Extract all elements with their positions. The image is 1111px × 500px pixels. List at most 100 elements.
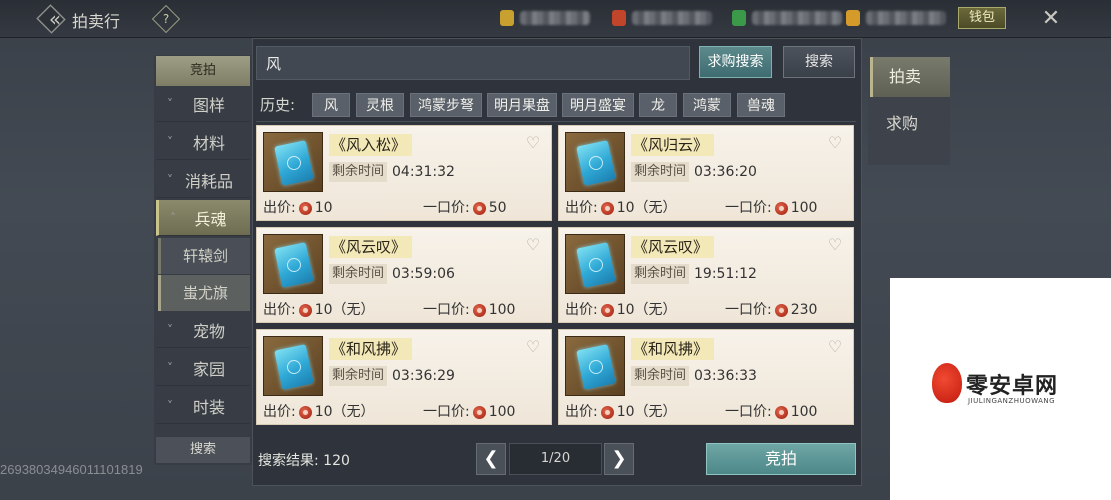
heart-icon[interactable]: ♡ <box>523 134 543 152</box>
bid-value: 10（无） <box>616 302 677 318</box>
item-thumbnail <box>565 336 625 396</box>
history-chip[interactable]: 龙 <box>639 93 677 117</box>
chevron-down-icon: ˅ <box>167 96 173 111</box>
bid-price: 出价: 10（无） <box>565 198 677 218</box>
bid-label: 出价: <box>565 302 598 318</box>
want-search-button[interactable]: 求购搜索 <box>699 46 772 78</box>
chevron-down-icon: ˅ <box>167 398 173 413</box>
page-title: 拍卖行 <box>72 12 121 31</box>
item-thumbnail <box>263 234 323 294</box>
item-thumbnail <box>565 234 625 294</box>
gold-coin-icon <box>846 10 860 26</box>
item-card[interactable]: 《风云叹》 ♡ 剩余时间 03:59:06 出价: 10（无） 一口价: 100 <box>256 227 552 323</box>
tab-auction[interactable]: 竞拍 <box>156 56 250 86</box>
coin-icon <box>774 405 788 419</box>
buyout-value: 100 <box>790 200 818 216</box>
chevron-right-icon[interactable]: ❯ <box>604 443 634 475</box>
coin-icon <box>472 405 486 419</box>
buyout-price: 一口价: 230 <box>725 300 817 320</box>
buyout-price: 一口价: 50 <box>423 198 507 218</box>
question-icon[interactable]: ? <box>156 9 176 29</box>
buyout-value: 50 <box>488 200 507 216</box>
remaining-time-label: 剩余时间 <box>631 264 690 284</box>
buyout-value: 100 <box>488 404 516 420</box>
bid-label: 出价: <box>565 404 598 420</box>
back-chevron-icon[interactable]: « <box>44 6 66 32</box>
blue-scroll-icon <box>576 344 616 390</box>
item-thumbnail <box>263 336 323 396</box>
category-weapon-soul[interactable]: ˄ 兵魂 <box>156 200 250 236</box>
buyout-label: 一口价: <box>423 404 470 420</box>
currency-slot-2 <box>612 8 712 28</box>
chevron-up-icon: ˄ <box>170 210 176 225</box>
item-card[interactable]: 《风入松》 ♡ 剩余时间 04:31:32 出价: 10 一口价: 50 <box>256 125 552 221</box>
history-chip[interactable]: 风 <box>312 93 350 117</box>
subcategory-xuanyuan-sword[interactable]: 轩辕剑 <box>158 238 250 274</box>
blue-scroll-icon <box>274 344 314 390</box>
history-chip[interactable]: 灵根 <box>356 93 404 117</box>
close-icon[interactable]: ✕ <box>1036 4 1066 34</box>
coin-icon <box>298 201 312 215</box>
coin-icon <box>600 405 614 419</box>
blue-scroll-icon <box>274 242 314 288</box>
history-chip[interactable]: 鸿蒙 <box>683 93 731 117</box>
history-chip[interactable]: 明月果盘 <box>487 93 557 117</box>
divider <box>256 121 856 122</box>
history-chip[interactable]: 鸿蒙步弩 <box>410 93 482 117</box>
heart-icon[interactable]: ♡ <box>523 236 543 254</box>
category-label: 时装 <box>192 397 225 417</box>
blue-scroll-icon <box>576 242 616 288</box>
currency-amount-blurred <box>632 11 712 25</box>
heart-icon[interactable]: ♡ <box>825 338 845 356</box>
buyout-price: 一口价: 100 <box>423 402 515 422</box>
currency-amount-blurred <box>752 11 842 25</box>
heart-icon[interactable]: ♡ <box>825 134 845 152</box>
item-name: 《风云叹》 <box>631 236 715 258</box>
category-label: 图样 <box>192 95 225 115</box>
item-name: 《风云叹》 <box>329 236 413 258</box>
subcategory-chiyou-banner[interactable]: 蚩尤旗 <box>158 275 250 311</box>
watermark-text: 零安卓网 <box>966 373 1059 399</box>
item-card[interactable]: 《和风拂》 ♡ 剩余时间 03:36:29 出价: 10（无） 一口价: 100 <box>256 329 552 425</box>
category-pet[interactable]: ˅ 宠物 <box>156 312 250 348</box>
bid-value: 10 <box>314 200 333 216</box>
category-home[interactable]: ˅ 家园 <box>156 350 250 386</box>
tab-buy-request[interactable]: 求购 <box>870 104 950 144</box>
history-chip[interactable]: 明月盛宴 <box>562 93 634 117</box>
category-consumable[interactable]: ˅ 消耗品 <box>156 162 250 198</box>
currency-amount-blurred <box>866 11 946 25</box>
category-fashion[interactable]: ˅ 时装 <box>156 388 250 424</box>
category-material[interactable]: ˅ 材料 <box>156 124 250 160</box>
item-card[interactable]: 《风云叹》 ♡ 剩余时间 19:51:12 出价: 10（无） 一口价: 230 <box>558 227 854 323</box>
history-chip[interactable]: 兽魂 <box>737 93 785 117</box>
history-label: 历史: <box>260 96 296 114</box>
bid-label: 出价: <box>565 200 598 216</box>
wallet-button[interactable]: 钱包 <box>958 7 1006 29</box>
category-pattern[interactable]: ˅ 图样 <box>156 86 250 122</box>
coin-icon <box>298 303 312 317</box>
item-card[interactable]: 《和风拂》 ♡ 剩余时间 03:36:33 出价: 10（无） 一口价: 100 <box>558 329 854 425</box>
bid-label: 出价: <box>263 404 296 420</box>
item-name: 《和风拂》 <box>329 338 413 360</box>
heart-icon[interactable]: ♡ <box>825 236 845 254</box>
category-label: 兵魂 <box>194 209 227 229</box>
blue-scroll-icon <box>576 140 616 186</box>
buyout-price: 一口价: 100 <box>423 300 515 320</box>
remaining-time: 19:51:12 <box>694 266 757 282</box>
chevron-down-icon: ˅ <box>167 172 173 187</box>
search-result-count: 搜索结果: 120 <box>258 450 350 470</box>
item-name: 《风入松》 <box>329 134 413 156</box>
coin-icon <box>774 303 788 317</box>
bid-button[interactable]: 竞拍 <box>706 443 856 475</box>
remaining-time-label: 剩余时间 <box>631 162 690 182</box>
item-card[interactable]: 《风归云》 ♡ 剩余时间 03:36:20 出价: 10（无） 一口价: 100 <box>558 125 854 221</box>
page-indicator: 1/20 <box>509 443 602 475</box>
search-button[interactable]: 搜索 <box>783 46 855 78</box>
buyout-price: 一口价: 100 <box>725 198 817 218</box>
sidebar-search-button[interactable]: 搜索 <box>156 437 250 463</box>
heart-icon[interactable]: ♡ <box>523 338 543 356</box>
search-input[interactable] <box>266 52 676 74</box>
tab-sell[interactable]: 拍卖 <box>870 57 950 97</box>
coin-icon <box>472 201 486 215</box>
chevron-left-icon[interactable]: ❮ <box>476 443 506 475</box>
